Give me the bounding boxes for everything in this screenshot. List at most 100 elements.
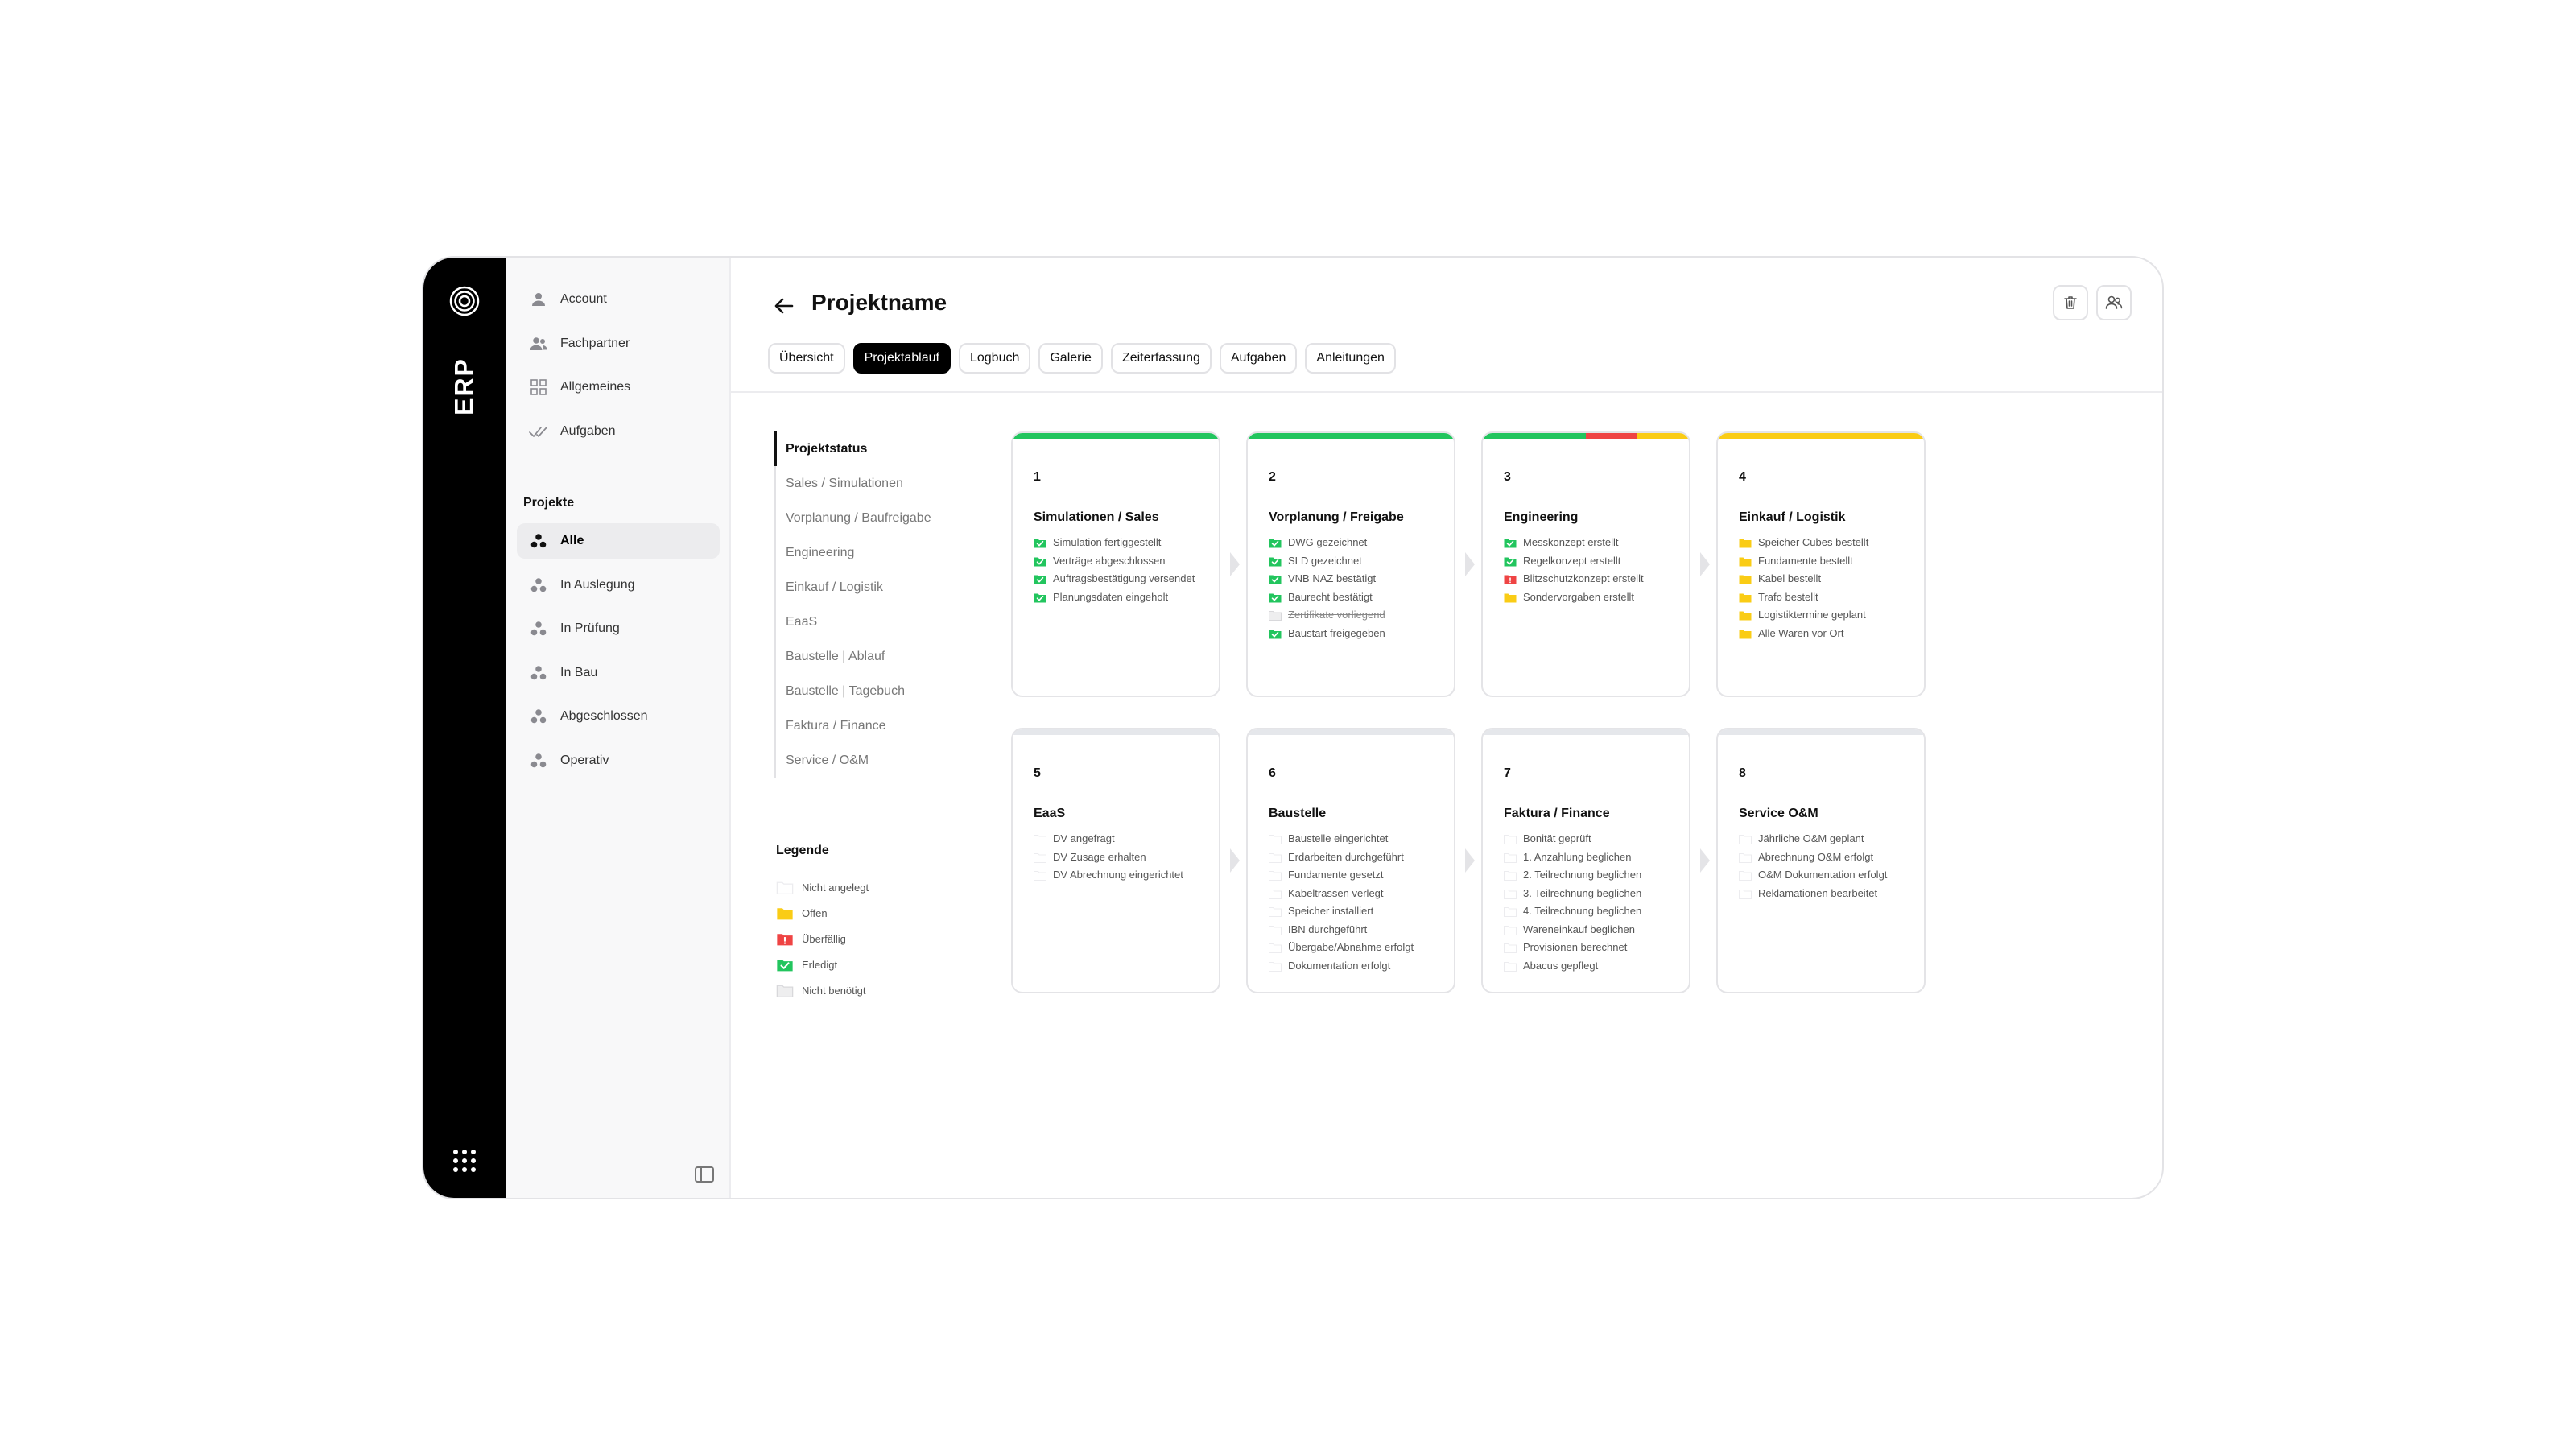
checklist-item[interactable]: Erdarbeiten durchgeführt <box>1269 851 1443 864</box>
checklist-item-label: Reklamationen bearbeitet <box>1758 886 1878 899</box>
sidebar-item-label: In Auslegung <box>560 577 635 592</box>
checklist-item[interactable]: 4. Teilrechnung beglichen <box>1504 905 1678 918</box>
checklist-item[interactable]: VNB NAZ bestätigt <box>1269 572 1443 585</box>
main-content: Projektname Übersicht Projektablauf Logbuc… <box>731 258 2162 1198</box>
checklist-item[interactable]: Sondervorgaben erstellt <box>1504 591 1678 604</box>
folder-check-icon <box>1269 555 1282 567</box>
checklist-item[interactable]: Dokumentation erfolgt <box>1269 960 1443 972</box>
status-list-item[interactable]: EaaS <box>776 605 984 639</box>
checklist-item[interactable]: 2. Teilrechnung beglichen <box>1504 869 1678 881</box>
checklist-item-label: Zertifikate vorliegend <box>1288 609 1385 621</box>
card-number: 3 <box>1504 470 1511 484</box>
checklist-item[interactable]: Kabel bestellt <box>1739 572 1913 585</box>
sidebar-project-in-prüfung[interactable]: In Prüfung <box>517 611 720 646</box>
checklist-item[interactable]: Abrechnung O&M erfolgt <box>1739 851 1913 864</box>
sidebar-item-aufgaben[interactable]: Aufgaben <box>517 414 720 449</box>
members-button[interactable] <box>2096 285 2132 320</box>
status-list-item[interactable]: Baustelle | Tagebuch <box>776 674 984 708</box>
sidebar-item-allgemeines[interactable]: Allgemeines <box>517 369 720 405</box>
checklist-item[interactable]: Messkonzept erstellt <box>1504 536 1678 549</box>
tab-galerie[interactable]: Galerie <box>1038 343 1103 374</box>
checklist-item[interactable]: O&M Dokumentation erfolgt <box>1739 869 1913 881</box>
sidebar-toggle-icon[interactable] <box>694 1166 715 1183</box>
checklist-item[interactable]: Fundamente bestellt <box>1739 555 1913 568</box>
workflow-card-5[interactable]: 5 EaaS DV angefragt DV Zusage erhalten DV Ab… <box>1011 728 1220 993</box>
sidebar-item-fachpartner[interactable]: Fachpartner <box>517 326 720 361</box>
tab-übersicht[interactable]: Übersicht <box>768 343 845 374</box>
card-title: Service O&M <box>1739 807 1818 820</box>
workflow-card-3[interactable]: 3 Engineering Messkonzept erstellt Regelkon… <box>1481 431 1690 697</box>
checklist-item[interactable]: Wareneinkauf beglichen <box>1504 923 1678 936</box>
checklist-item[interactable]: DWG gezeichnet <box>1269 536 1443 549</box>
checklist-item[interactable]: 1. Anzahlung beglichen <box>1504 851 1678 864</box>
checklist-item[interactable]: Reklamationen bearbeitet <box>1739 887 1913 900</box>
tab-aufgaben[interactable]: Aufgaben <box>1219 343 1298 374</box>
status-list-item[interactable]: Vorplanung / Baufreigabe <box>776 501 984 535</box>
checklist-item[interactable]: Trafo bestellt <box>1739 591 1913 604</box>
status-list-item[interactable]: Faktura / Finance <box>776 708 984 743</box>
checklist-item[interactable]: Baustart freigegeben <box>1269 627 1443 640</box>
sidebar-project-in-bau[interactable]: In Bau <box>517 655 720 691</box>
checklist-item[interactable]: Fundamente gesetzt <box>1269 869 1443 881</box>
checklist-item[interactable]: Speicher Cubes bestellt <box>1739 536 1913 549</box>
checklist-item[interactable]: DV Zusage erhalten <box>1034 851 1208 864</box>
checklist-item[interactable]: Abacus gepflegt <box>1504 960 1678 972</box>
checklist-item[interactable]: Bonität geprüft <box>1504 832 1678 845</box>
workflow-card-6[interactable]: 6 Baustelle Baustelle eingerichtet Erdarbei… <box>1246 728 1455 993</box>
delete-button[interactable] <box>2053 285 2088 320</box>
sidebar-project-abgeschlossen[interactable]: Abgeschlossen <box>517 699 720 734</box>
folder-empty-icon <box>1739 869 1752 881</box>
sidebar-item-label: Fachpartner <box>560 336 630 350</box>
checklist-item[interactable]: Verträge abgeschlossen <box>1034 555 1208 568</box>
checklist-item[interactable]: Regelkonzept erstellt <box>1504 555 1678 568</box>
status-list-heading[interactable]: Projektstatus <box>774 431 984 466</box>
card-title: Baustelle <box>1269 807 1327 820</box>
checklist-item[interactable]: Zertifikate vorliegend <box>1269 609 1443 621</box>
checklist-item[interactable]: IBN durchgeführt <box>1269 923 1443 936</box>
checklist-item[interactable]: Logistiktermine geplant <box>1739 609 1913 621</box>
checklist-item-label: Baustelle eingerichtet <box>1288 832 1389 844</box>
checklist-item-label: Fundamente gesetzt <box>1288 869 1384 881</box>
tab-projektablauf[interactable]: Projektablauf <box>852 343 951 374</box>
sidebar-item-label: Aufgaben <box>560 423 616 438</box>
checklist-item[interactable]: Jährliche O&M geplant <box>1739 832 1913 845</box>
app-grid-icon[interactable] <box>453 1150 476 1172</box>
tab-logbuch[interactable]: Logbuch <box>958 343 1031 374</box>
workflow-card-2[interactable]: 2 Vorplanung / Freigabe DWG gezeichnet SLD … <box>1246 431 1455 697</box>
workflow-card-8[interactable]: 8 Service O&M Jährliche O&M geplant Abrechn… <box>1716 728 1926 993</box>
checklist-item[interactable]: DV angefragt <box>1034 832 1208 845</box>
checklist-item[interactable]: 3. Teilrechnung beglichen <box>1504 887 1678 900</box>
checklist-item[interactable]: Übergabe/Abnahme erfolgt <box>1269 941 1443 954</box>
checklist-item[interactable]: Auftragsbestätigung versendet <box>1034 572 1208 585</box>
sidebar-item-account[interactable]: Account <box>517 282 720 317</box>
checklist-item[interactable]: Alle Waren vor Ort <box>1739 627 1913 640</box>
workflow-card-4[interactable]: 4 Einkauf / Logistik Speicher Cubes bestel… <box>1716 431 1926 697</box>
back-arrow-icon[interactable] <box>773 295 795 317</box>
card-checklist: Jährliche O&M geplant Abrechnung O&M erfo… <box>1739 832 1913 905</box>
tab-zeiterfassung[interactable]: Zeiterfassung <box>1110 343 1212 374</box>
checklist-item[interactable]: Blitzschutzkonzept erstellt <box>1504 572 1678 585</box>
checklist-item[interactable]: Baustelle eingerichtet <box>1269 832 1443 845</box>
checklist-item[interactable]: Baurecht bestätigt <box>1269 591 1443 604</box>
status-list-item[interactable]: Engineering <box>776 535 984 570</box>
checklist-item[interactable]: Provisionen berechnet <box>1504 941 1678 954</box>
checklist-item[interactable]: Kabeltrassen verlegt <box>1269 887 1443 900</box>
status-list-item[interactable]: Sales / Simulationen <box>776 466 984 501</box>
checklist-item[interactable]: Planungsdaten eingeholt <box>1034 591 1208 604</box>
workflow-card-1[interactable]: 1 Simulationen / Sales Simulation fertigge… <box>1011 431 1220 697</box>
sidebar-project-in-auslegung[interactable]: In Auslegung <box>517 568 720 603</box>
checklist-item[interactable]: SLD gezeichnet <box>1269 555 1443 568</box>
checklist-item[interactable]: Simulation fertiggestellt <box>1034 536 1208 549</box>
folder-disabled-icon <box>1269 609 1282 621</box>
sidebar-project-alle[interactable]: Alle <box>517 523 720 559</box>
checklist-item[interactable]: DV Abrechnung eingerichtet <box>1034 869 1208 881</box>
tab-anleitungen[interactable]: Anleitungen <box>1305 343 1396 374</box>
status-list-item[interactable]: Baustelle | Ablauf <box>776 639 984 674</box>
workflow-card-7[interactable]: 7 Faktura / Finance Bonität geprüft 1. Anza… <box>1481 728 1690 993</box>
checklist-item[interactable]: Speicher installiert <box>1269 905 1443 918</box>
card-progress-bar <box>1483 729 1689 735</box>
sidebar-project-operativ[interactable]: Operativ <box>517 743 720 778</box>
status-list-item[interactable]: Einkauf / Logistik <box>776 570 984 605</box>
status-list-item[interactable]: Service / O&M <box>776 743 984 778</box>
checklist-item-label: Verträge abgeschlossen <box>1053 554 1166 567</box>
